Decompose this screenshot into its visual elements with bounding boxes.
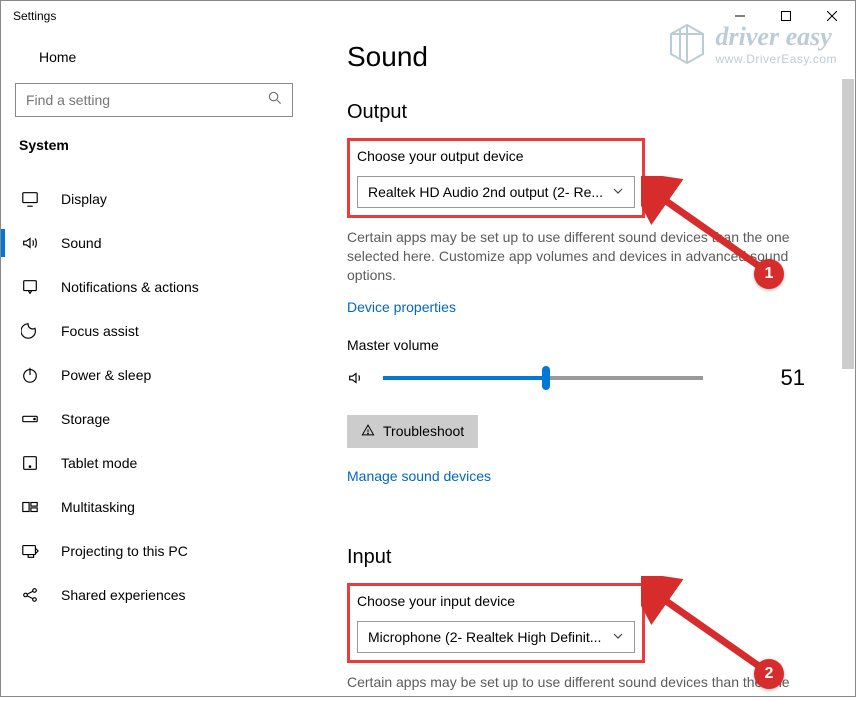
slider-fill [383, 376, 546, 380]
search-input[interactable] [26, 92, 268, 108]
output-hint: Certain apps may be set up to use differ… [347, 228, 792, 285]
nav-list: Display Sound Notifications & actions Fo… [1, 177, 307, 617]
sidebar-item-tablet[interactable]: Tablet mode [1, 441, 307, 485]
close-button[interactable] [809, 1, 855, 31]
sidebar-item-power[interactable]: Power & sleep [1, 353, 307, 397]
sidebar-item-notifications[interactable]: Notifications & actions [1, 265, 307, 309]
window-title: Settings [13, 9, 56, 23]
slider-thumb[interactable] [542, 366, 550, 390]
annotation-highlight-input: Choose your input device Microphone (2- … [347, 583, 645, 663]
home-link[interactable]: Home [1, 39, 307, 75]
notifications-icon [21, 278, 39, 296]
sound-icon [21, 234, 39, 252]
input-heading: Input [347, 546, 815, 569]
chevron-down-icon [612, 184, 624, 200]
sidebar-item-multitask[interactable]: Multitasking [1, 485, 307, 529]
minimize-button[interactable] [717, 1, 763, 31]
sidebar-item-label: Sound [61, 235, 101, 251]
search-icon [268, 91, 282, 110]
output-heading: Output [347, 101, 815, 124]
sidebar-item-display[interactable]: Display [1, 177, 307, 221]
sidebar-item-focus[interactable]: Focus assist [1, 309, 307, 353]
sidebar-item-label: Projecting to this PC [61, 543, 188, 559]
manage-sound-link[interactable]: Manage sound devices [347, 468, 491, 484]
storage-icon [21, 410, 39, 428]
maximize-button[interactable] [763, 1, 809, 31]
window-controls [717, 1, 855, 31]
tablet-icon [21, 454, 39, 472]
input-hint: Certain apps may be set up to use differ… [347, 673, 792, 696]
troubleshoot-label: Troubleshoot [383, 423, 464, 439]
speaker-icon[interactable] [347, 369, 365, 387]
home-label: Home [39, 49, 76, 65]
troubleshoot-button[interactable]: Troubleshoot [347, 415, 478, 448]
input-device-label: Choose your input device [357, 593, 635, 609]
volume-value: 51 [781, 365, 805, 391]
sidebar-item-shared[interactable]: Shared experiences [1, 573, 307, 617]
search-box[interactable] [15, 83, 293, 117]
multitask-icon [21, 498, 39, 516]
sidebar-item-label: Focus assist [61, 323, 139, 339]
system-group-label: System [1, 137, 307, 177]
volume-slider[interactable] [383, 376, 703, 380]
page-title: Sound [347, 41, 815, 73]
warning-icon [361, 423, 375, 440]
volume-row: 51 [347, 365, 815, 391]
chevron-down-icon [612, 629, 624, 645]
main-content: Sound Output Choose your output device R… [323, 31, 855, 696]
scrollbar-thumb[interactable] [842, 79, 854, 369]
titlebar: Settings [1, 1, 855, 31]
sidebar: Home System Display Sound Notifications … [1, 31, 323, 696]
sidebar-item-project[interactable]: Projecting to this PC [1, 529, 307, 573]
annotation-highlight-output: Choose your output device Realtek HD Aud… [347, 138, 645, 218]
output-device-value: Realtek HD Audio 2nd output (2- Re... [368, 184, 603, 200]
display-icon [21, 190, 39, 208]
project-icon [21, 542, 39, 560]
sidebar-item-storage[interactable]: Storage [1, 397, 307, 441]
sidebar-item-label: Multitasking [61, 499, 135, 515]
sidebar-item-label: Power & sleep [61, 367, 151, 383]
master-volume-label: Master volume [347, 337, 815, 353]
power-icon [21, 366, 39, 384]
focus-icon [21, 322, 39, 340]
sidebar-item-label: Shared experiences [61, 587, 186, 603]
input-device-value: Microphone (2- Realtek High Definit... [368, 629, 601, 645]
sidebar-item-label: Storage [61, 411, 110, 427]
sidebar-item-label: Notifications & actions [61, 279, 199, 295]
shared-icon [21, 586, 39, 604]
sidebar-item-label: Tablet mode [61, 455, 137, 471]
sidebar-item-label: Display [61, 191, 107, 207]
input-device-dropdown[interactable]: Microphone (2- Realtek High Definit... [357, 621, 635, 653]
sidebar-item-sound[interactable]: Sound [1, 221, 307, 265]
output-device-label: Choose your output device [357, 148, 635, 164]
device-properties-link[interactable]: Device properties [347, 299, 456, 315]
output-device-dropdown[interactable]: Realtek HD Audio 2nd output (2- Re... [357, 176, 635, 208]
